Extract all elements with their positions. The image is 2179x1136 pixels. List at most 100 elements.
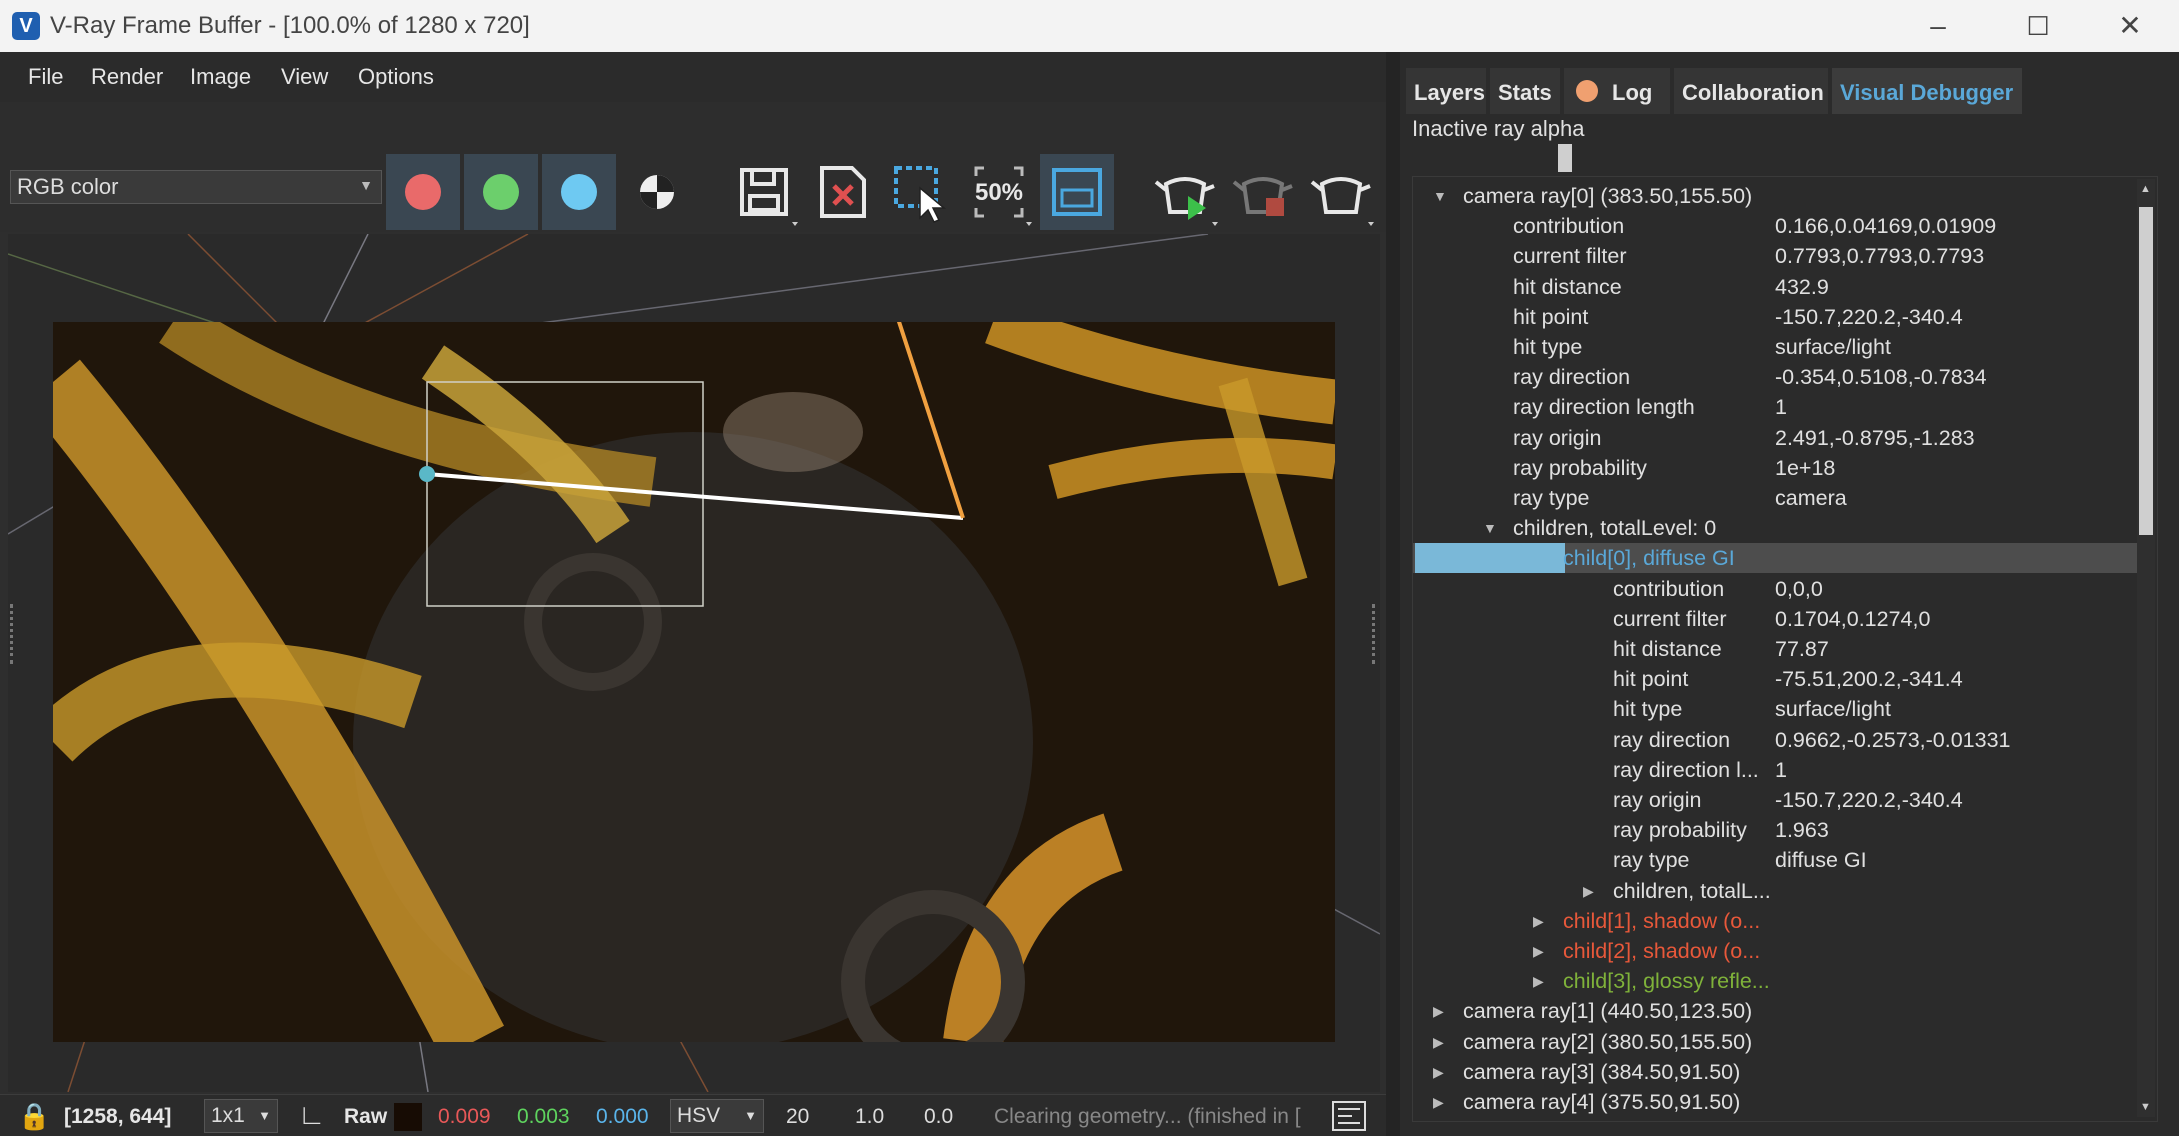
expand-arrow-icon[interactable]: ▶	[1433, 1057, 1444, 1087]
green-channel-button[interactable]	[464, 154, 538, 230]
tree-row[interactable]: ray type diffuse GI	[1413, 845, 2143, 875]
tree-row[interactable]: ▼ camera ray[0] (383.50,155.50)	[1413, 181, 2143, 211]
collapse-arrow-icon[interactable]: ▼	[1433, 181, 1447, 211]
tree-row[interactable]: ▶ camera ray[2] (380.50,155.50)	[1413, 1027, 2143, 1057]
minimize-button[interactable]: –	[1918, 8, 1958, 44]
menu-view[interactable]: View	[281, 64, 328, 90]
compare-button[interactable]	[1040, 154, 1114, 230]
right-panel-handle[interactable]	[1372, 604, 1378, 664]
tree-row[interactable]: ray origin 2.491,-0.8795,-1.283	[1413, 423, 2143, 453]
expand-arrow-icon[interactable]: ▶	[1533, 906, 1544, 936]
tree-row[interactable]: ▶ camera ray[1] (440.50,123.50)	[1413, 996, 2143, 1026]
tree-row[interactable]: hit type surface/light	[1413, 694, 2143, 724]
lock-icon[interactable]: 🔒	[18, 1101, 50, 1132]
tree-row[interactable]: ray probability 1.963	[1413, 815, 2143, 845]
expand-arrow-icon[interactable]: ▶	[1533, 936, 1544, 966]
collapse-arrow-icon[interactable]: ▼	[1483, 513, 1497, 543]
curve-icon[interactable]: ∟	[298, 1099, 325, 1131]
tree-row[interactable]: contribution 0,0,0	[1413, 574, 2143, 604]
stop-render-button[interactable]	[1226, 154, 1300, 230]
tree-row[interactable]: ray probability 1e+18	[1413, 453, 2143, 483]
zoom-button[interactable]: 50%	[962, 154, 1036, 230]
tree-row-value: surface/light	[1775, 335, 1891, 359]
menu-file[interactable]: File	[28, 64, 63, 90]
tree-row[interactable]: ▶ camera ray[5] (376.50,50.50)	[1413, 1117, 2143, 1121]
expand-arrow-icon[interactable]: ▶	[1433, 996, 1444, 1026]
tree-row-value: camera	[1775, 486, 1847, 510]
menu-render[interactable]: Render	[91, 64, 163, 90]
tab-log-label: Log	[1612, 80, 1653, 105]
maximize-button[interactable]: ☐	[2018, 8, 2058, 44]
tab-stats[interactable]: Stats	[1490, 68, 1560, 114]
tree-row-value: 1.963	[1775, 818, 1829, 843]
tree-row-value: -0.354,0.5108,-0.7834	[1775, 365, 1987, 390]
teapot-stop-icon	[1232, 177, 1293, 216]
tree-row[interactable]: hit distance 432.9	[1413, 272, 2143, 302]
blue-channel-button[interactable]	[542, 154, 616, 230]
inactive-ray-alpha-slider[interactable]	[1558, 144, 1572, 172]
tree-row[interactable]: hit distance 77.87	[1413, 634, 2143, 664]
pane-splitter[interactable]	[1386, 52, 1400, 1136]
render-options-button[interactable]	[1304, 154, 1378, 230]
tree-row[interactable]: ▶ children, totalL...	[1413, 876, 2143, 906]
color-mode-select[interactable]: HSV ▼	[670, 1099, 764, 1133]
clear-image-button[interactable]	[806, 154, 880, 230]
region-render-button[interactable]	[884, 154, 958, 230]
menu-image[interactable]: Image	[190, 64, 251, 90]
alpha-channel-button[interactable]	[620, 154, 694, 230]
tree-row[interactable]: contribution 0.166,0.04169,0.01909	[1413, 211, 2143, 241]
tree-row-key: ray probability	[1613, 818, 1747, 843]
tab-visual-debugger[interactable]: Visual Debugger	[1832, 68, 2022, 114]
tree-row[interactable]: ▼ children, totalLevel: 0	[1413, 513, 2143, 543]
tab-collaboration[interactable]: Collaboration	[1674, 68, 1828, 114]
channel-select[interactable]: RGB color ▼	[10, 170, 382, 204]
tree-row[interactable]: ▶ child[1], shadow (o...	[1413, 906, 2143, 936]
tree-row[interactable]: ▶ camera ray[3] (384.50,91.50)	[1413, 1057, 2143, 1087]
expand-arrow-icon[interactable]: ▶	[1583, 876, 1594, 906]
scrollbar-thumb[interactable]	[2139, 207, 2153, 535]
tree-row-key: ray direction	[1513, 365, 1631, 390]
tree-row[interactable]: child[0], diffuse GI	[1413, 543, 2143, 574]
scroll-down-icon[interactable]: ▼	[2140, 1101, 2151, 1113]
tree-row[interactable]: ▶ child[3], glossy refle...	[1413, 966, 2143, 996]
expand-arrow-icon[interactable]: ▶	[1433, 1087, 1444, 1117]
tree-row[interactable]: hit point -150.7,220.2,-340.4	[1413, 302, 2143, 332]
save-image-button[interactable]	[728, 154, 802, 230]
tree-row[interactable]: ray direction length 1	[1413, 392, 2143, 422]
ray-tree[interactable]: ▼ camera ray[0] (383.50,155.50) contributi…	[1412, 176, 2158, 1122]
tree-row[interactable]: ▶ child[2], shadow (o...	[1413, 936, 2143, 966]
expand-arrow-icon[interactable]: ▶	[1433, 1027, 1444, 1057]
tree-scrollbar[interactable]: ▲ ▼	[2137, 179, 2155, 1117]
history-icon[interactable]	[1332, 1101, 1366, 1131]
tree-row[interactable]: ray direction 0.9662,-0.2573,-0.01331	[1413, 725, 2143, 755]
tree-row-key: hit type	[1513, 335, 1583, 359]
tree-row-value: 0,0,0	[1775, 576, 1823, 601]
tree-row[interactable]: current filter 0.1704,0.1274,0	[1413, 604, 2143, 634]
scroll-up-icon[interactable]: ▲	[2140, 183, 2151, 195]
menu-options[interactable]: Options	[358, 64, 434, 90]
tab-log[interactable]: Log	[1564, 68, 1670, 114]
render-content	[53, 322, 1335, 1042]
tree-row-value: 1e+18	[1775, 455, 1836, 480]
tree-row-key: ray direction	[1613, 727, 1731, 752]
tree-row[interactable]: current filter 0.7793,0.7793,0.7793	[1413, 241, 2143, 271]
tree-row[interactable]: ▶ camera ray[4] (375.50,91.50)	[1413, 1087, 2143, 1117]
sample-size-select[interactable]: 1x1 ▼	[204, 1099, 278, 1133]
expand-arrow-icon[interactable]: ▶	[1433, 1117, 1444, 1121]
tree-row[interactable]: hit point -75.51,200.2,-341.4	[1413, 664, 2143, 694]
tree-row[interactable]: ray origin -150.7,220.2,-340.4	[1413, 785, 2143, 815]
tree-row[interactable]: ray type camera	[1413, 483, 2143, 513]
red-channel-button[interactable]	[386, 154, 460, 230]
expand-arrow-icon[interactable]: ▶	[1533, 966, 1544, 996]
tab-layers[interactable]: Layers	[1406, 68, 1486, 114]
tree-row[interactable]: ray direction -0.354,0.5108,-0.7834	[1413, 362, 2143, 392]
tree-row[interactable]: hit type surface/light	[1413, 332, 2143, 362]
render-viewport[interactable]	[8, 234, 1380, 1092]
vray-logo-icon: V	[12, 12, 40, 40]
raw-label[interactable]: Raw	[344, 1105, 387, 1129]
close-button[interactable]: ✕	[2110, 8, 2150, 44]
tree-row[interactable]: ray direction l... 1	[1413, 755, 2143, 785]
zoom-icon: 50%	[974, 166, 1032, 226]
start-render-button[interactable]	[1148, 154, 1222, 230]
left-panel-handle[interactable]	[10, 604, 16, 664]
